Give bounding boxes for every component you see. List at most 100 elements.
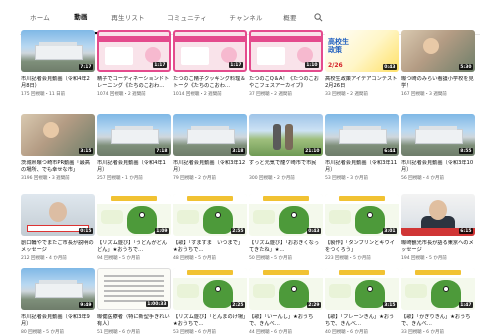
video-meta: 194 回視聴・5 か月前 <box>401 256 447 261</box>
video-card[interactable]: 高校生 政策 2/26 0:43 高校生政策アイデアコンテスト 2月26日 33 回視聴・… <box>325 30 399 104</box>
video-duration: 1:17 <box>228 62 243 68</box>
tab-playlists[interactable]: 再生リスト <box>102 0 154 34</box>
video-thumbnail[interactable]: 3:01 <box>325 194 399 236</box>
video-card[interactable]: 5:30 曝つ崎のみらい看護小学校を見学！ 167 回視聴・3 週間前 <box>401 30 475 104</box>
video-meta: 33 回視聴・6 か月前 <box>401 330 444 335</box>
video-duration: 1:09 <box>154 228 169 234</box>
video-thumbnail[interactable]: 2:29 <box>249 268 323 310</box>
video-thumbnail[interactable]: 1:17 <box>97 30 171 72</box>
video-duration: 2:29 <box>306 302 321 308</box>
video-title[interactable]: 茨城県曝つ崎市PR動画「最高の場所、でも幸せな市」 <box>21 160 95 174</box>
video-title[interactable]: 曝崎観光市長が語る東京へのメッセージ <box>401 240 475 254</box>
video-title[interactable]: 【リズム遊び】「おおきくなってきたね」★… <box>249 240 323 254</box>
video-duration: 8:55 <box>458 148 473 154</box>
video-title[interactable]: 【リズム遊び】「とんまのけ場」★おうちで… <box>173 314 247 328</box>
video-thumbnail[interactable]: 3:18 <box>173 114 247 156</box>
video-card[interactable]: 9:49 市川記者会見動画（令和3年9月） 80 回視聴・5 か月前 <box>21 268 95 335</box>
video-title[interactable]: 市川記者会見動画（令和3年9月） <box>21 314 95 328</box>
video-card[interactable]: 3:01 【製作】「タンブリンとキウイをつくろう」 223 回視聴・5 か月前 <box>325 194 399 268</box>
video-title[interactable]: 曝健医療者（特に新型手きれい有人） <box>97 314 171 328</box>
video-card[interactable]: 0:43 【リズム遊び】「おおきくなってきたね」★… 50 回視聴・5 か月前 <box>249 194 323 268</box>
video-title[interactable]: たつのこQ＆A！《たつのこおやこフェスアーカイブ》 <box>249 76 323 90</box>
video-meta: 79 回視聴・2 か月前 <box>173 176 216 181</box>
video-meta: 212 回視聴・4 か月前 <box>21 256 67 261</box>
video-card[interactable]: 3:15 茨城県曝つ崎市PR動画「最高の場所、でも幸せな市」 3196 回視聴・3 … <box>21 114 95 188</box>
video-title[interactable]: 市川記者会見動画（令和4年2月8日） <box>21 76 95 90</box>
video-title[interactable]: 【歌】「いーんし」★おうちで、きんべ… <box>249 314 323 328</box>
video-thumbnail[interactable]: 3:15 <box>21 114 95 156</box>
video-card[interactable]: 8:55 市川記者会見動画（令和3年10月） 56 回視聴・4 か月前 <box>401 114 475 188</box>
video-title[interactable]: 高校生政策アイデアコンテスト 2月26日 <box>325 76 399 90</box>
video-thumbnail[interactable]: 6:44 <box>325 114 399 156</box>
video-meta: 33 回視聴・2 週間前 <box>325 92 368 97</box>
video-card[interactable]: 2:25 【リズム遊び】「とんまのけ場」★おうちで… 53 回視聴・6 か月前 <box>173 268 247 335</box>
video-title[interactable]: 【歌】「かぎりきん」★おうちで、きんべ… <box>401 314 475 328</box>
video-title[interactable]: 市川記者会見動画（令和3年10月） <box>401 160 475 174</box>
video-card[interactable]: 1:47 【歌】「かぎりきん」★おうちで、きんべ… 33 回視聴・6 か月前 <box>401 268 475 335</box>
tab-community[interactable]: コミュニティ <box>156 0 218 34</box>
video-thumbnail[interactable]: 高校生 政策 2/26 0:43 <box>325 30 399 72</box>
video-thumbnail[interactable]: 7:18 <box>97 114 171 156</box>
video-card[interactable]: 1:17 精子でコーディネーションドトレーニング《たちのこおわ… 1074 回視聴・… <box>97 30 171 104</box>
tab-about[interactable]: 概要 <box>274 0 306 34</box>
video-card[interactable]: 1:00:33 曝健医療者（特に新型手きれい有人） 51 回視聴・6 か月前 <box>97 268 171 335</box>
video-card[interactable]: 6:44 市川記者会見動画（令和3年11月） 53 回視聴・3 か月前 <box>325 114 399 188</box>
video-thumbnail[interactable]: 1:09 <box>97 194 171 236</box>
video-thumbnail[interactable]: 3:15 <box>325 268 399 310</box>
video-title[interactable]: 【歌】「すますま いつまで」★おうちで… <box>173 240 247 254</box>
video-card[interactable]: 1:09 【リズム遊び】「うどんがどんどん」★おうちで… 94 回視聴・5 か月前 <box>97 194 171 268</box>
tab-home[interactable]: ホーム <box>20 0 60 34</box>
tab-videos[interactable]: 動画 <box>62 0 100 34</box>
video-title[interactable]: たつのこ精子クッキング料理＆トーク《たちのこおわ… <box>173 76 247 90</box>
video-thumbnail[interactable]: 6:15 <box>401 194 475 236</box>
video-card[interactable]: 2:29 【歌】「いーんし」★おうちで、きんべ… 44 回視聴・6 か月前 <box>249 268 323 335</box>
video-title[interactable]: 市川記者会見動画（令和4年1月） <box>97 160 171 174</box>
video-duration: 1:10 <box>304 62 319 68</box>
video-thumbnail[interactable]: 5:30 <box>401 30 475 72</box>
video-thumbnail[interactable]: 8:55 <box>401 114 475 156</box>
search-icon[interactable] <box>308 0 328 34</box>
video-meta: 50 回視聴・5 か月前 <box>249 256 292 261</box>
video-card[interactable]: 6:15 曝崎観光市長が語る東京へのメッセージ 194 回視聴・5 か月前 <box>401 194 475 268</box>
video-meta: 48 回視聴・5 か月前 <box>173 256 216 261</box>
video-card[interactable]: 1:17 たつのこ精子クッキング料理＆トーク《たちのこおわ… 1014 回視聴・2 … <box>173 30 247 104</box>
video-thumbnail[interactable]: 0:15 <box>21 194 95 236</box>
video-title[interactable]: 曝つ崎のみらい看護小学校を見学！ <box>401 76 475 90</box>
video-title[interactable]: 【製作】「タンブリンとキウイをつくろう」 <box>325 240 399 254</box>
video-thumbnail[interactable]: 21:10 <box>249 114 323 156</box>
video-title[interactable]: 【リズム遊び】「うどんがどんどん」★おうちで… <box>97 240 171 254</box>
video-card[interactable]: 2:55 【歌】「すますま いつまで」★おうちで… 48 回視聴・5 か月前 <box>173 194 247 268</box>
video-card[interactable]: 3:18 市川記者会見動画（令和3年12月） 79 回視聴・2 か月前 <box>173 114 247 188</box>
video-title[interactable]: 市川記者会見動画（令和3年12月） <box>173 160 247 174</box>
video-duration: 1:17 <box>152 62 167 68</box>
video-thumbnail[interactable]: 1:10 <box>249 30 323 72</box>
video-card[interactable]: 7:17 市川記者会見動画（令和4年2月8日） 175 回視聴・11 日前 <box>21 30 95 104</box>
video-card[interactable]: 3:15 【歌】「フレーンきん」★おうちで、きんべ… 40 回視聴・6 か月前 <box>325 268 399 335</box>
video-title[interactable]: 【歌】「フレーンきん」★おうちで、きんべ… <box>325 314 399 328</box>
video-title[interactable]: 精子でコーディネーションドトレーニング《たちのこおわ… <box>97 76 171 90</box>
video-meta: 40 回視聴・6 か月前 <box>325 330 368 335</box>
video-duration: 3:01 <box>382 228 397 234</box>
video-title[interactable]: 創口輪やでまたご市長が説明のメッセージ <box>21 240 95 254</box>
video-meta: 37 回視聴・2 週間前 <box>249 92 292 97</box>
video-title[interactable]: ずっと元気で龍ケ崎市で市民 <box>249 160 323 167</box>
video-thumbnail[interactable]: 2:55 <box>173 194 247 236</box>
video-thumbnail[interactable]: 1:47 <box>401 268 475 310</box>
video-duration: 6:15 <box>458 228 473 234</box>
video-duration: 5:30 <box>458 64 473 70</box>
video-card[interactable]: 21:10 ずっと元気で龍ケ崎市で市民 300 回視聴・2 か月前 <box>249 114 323 188</box>
video-duration: 2:55 <box>230 228 245 234</box>
video-thumbnail[interactable]: 2:25 <box>173 268 247 310</box>
video-card[interactable]: 7:18 市川記者会見動画（令和4年1月） 257 回視聴・1 か月前 <box>97 114 171 188</box>
video-thumbnail[interactable]: 9:49 <box>21 268 95 310</box>
video-card[interactable]: 0:15 創口輪やでまたご市長が説明のメッセージ 212 回視聴・4 か月前 <box>21 194 95 268</box>
video-title[interactable]: 市川記者会見動画（令和3年11月） <box>325 160 399 174</box>
video-thumbnail[interactable]: 1:00:33 <box>97 268 171 310</box>
video-thumbnail[interactable]: 1:17 <box>173 30 247 72</box>
video-card[interactable]: 1:10 たつのこQ＆A！《たつのこおやこフェスアーカイブ》 37 回視聴・2 週間… <box>249 30 323 104</box>
video-duration: 2:25 <box>230 302 245 308</box>
video-meta: 94 回視聴・5 か月前 <box>97 256 140 261</box>
video-thumbnail[interactable]: 0:43 <box>249 194 323 236</box>
video-thumbnail[interactable]: 7:17 <box>21 30 95 72</box>
tab-channels[interactable]: チャンネル <box>220 0 272 34</box>
